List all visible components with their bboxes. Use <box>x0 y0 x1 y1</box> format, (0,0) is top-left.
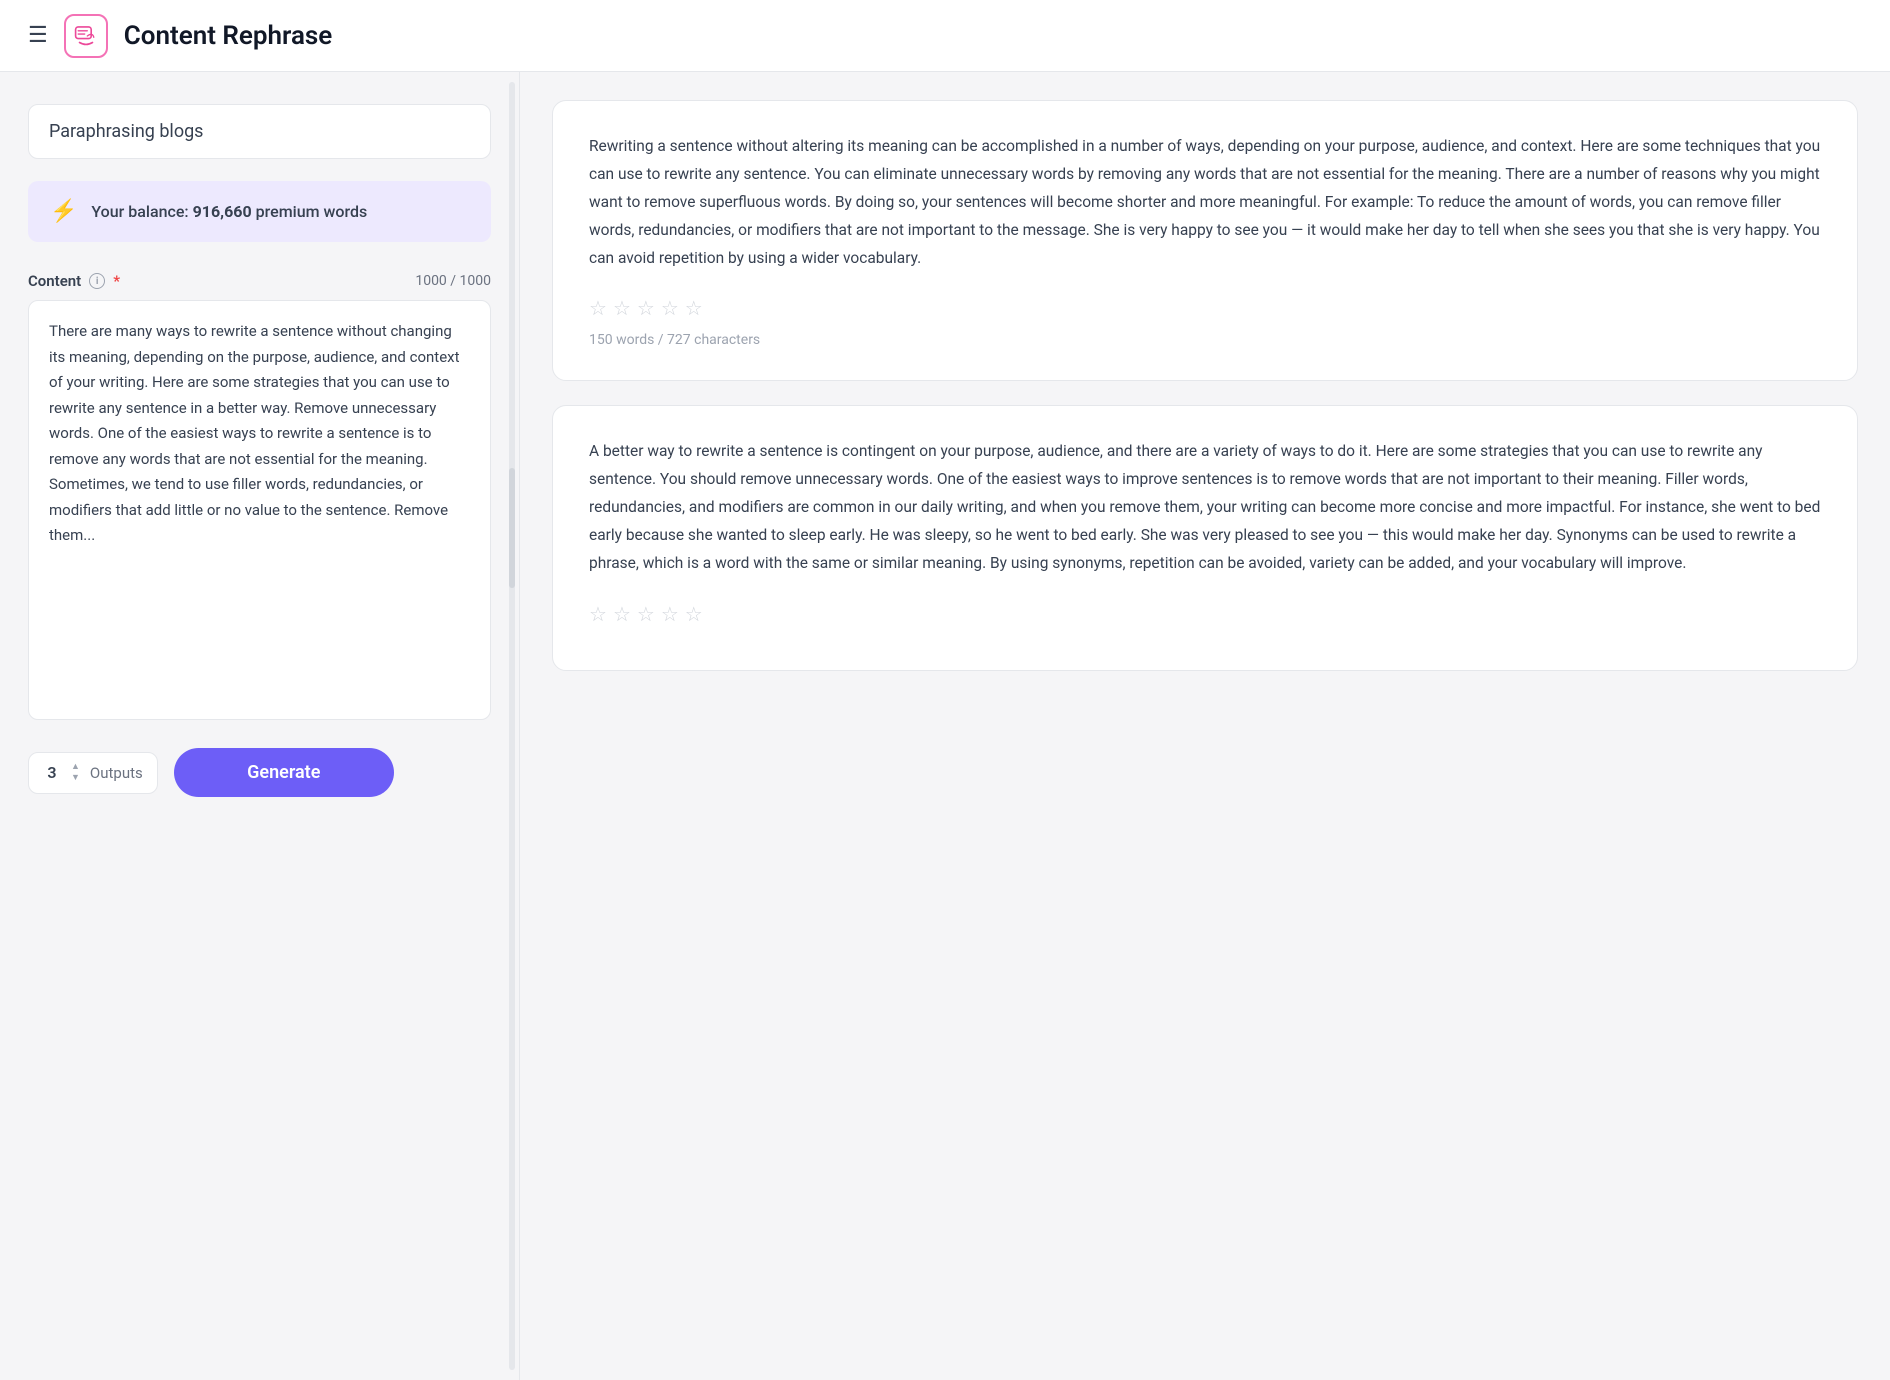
app-logo <box>64 14 108 58</box>
content-textarea[interactable]: There are many ways to rewrite a sentenc… <box>28 300 491 720</box>
balance-card: ⚡ Your balance: 916,660 premium words <box>28 181 491 242</box>
balance-text: Your balance: 916,660 premium words <box>91 200 367 224</box>
scrollbar-track <box>509 82 515 1370</box>
star-2-2[interactable]: ☆ <box>613 602 631 626</box>
star-1-1[interactable]: ☆ <box>589 296 607 320</box>
content-label-row: Content i * 1000 / 1000 <box>28 272 491 290</box>
output-text-2: A better way to rewrite a sentence is co… <box>589 438 1821 577</box>
page-title: Content Rephrase <box>124 21 333 51</box>
outputs-stepper[interactable]: 3 ▲ ▼ Outputs <box>28 752 158 794</box>
content-label: Content i * <box>28 272 120 290</box>
char-count: 1000 / 1000 <box>415 273 491 289</box>
scrollbar-thumb[interactable] <box>509 468 515 588</box>
generate-button[interactable]: Generate <box>174 748 394 797</box>
star-2-4[interactable]: ☆ <box>661 602 679 626</box>
star-rating-2[interactable]: ☆ ☆ ☆ ☆ ☆ <box>589 602 1821 626</box>
lightning-icon: ⚡ <box>50 199 77 224</box>
word-count-1: 150 words / 727 characters <box>589 332 1821 348</box>
stepper-arrows: ▲ ▼ <box>71 763 80 783</box>
star-1-4[interactable]: ☆ <box>661 296 679 320</box>
star-2-3[interactable]: ☆ <box>637 602 655 626</box>
star-1-3[interactable]: ☆ <box>637 296 655 320</box>
stepper-up-arrow[interactable]: ▲ <box>71 763 80 772</box>
main-layout: ⚡ Your balance: 916,660 premium words Co… <box>0 72 1890 1380</box>
star-1-5[interactable]: ☆ <box>685 296 703 320</box>
required-star: * <box>113 272 120 290</box>
stepper-down-arrow[interactable]: ▼ <box>71 774 80 783</box>
left-panel: ⚡ Your balance: 916,660 premium words Co… <box>0 72 520 1380</box>
star-2-5[interactable]: ☆ <box>685 602 703 626</box>
star-rating-1[interactable]: ☆ ☆ ☆ ☆ ☆ <box>589 296 1821 320</box>
outputs-label: Outputs <box>90 764 143 782</box>
info-icon[interactable]: i <box>89 273 105 289</box>
right-panel: Rewriting a sentence without altering it… <box>520 72 1890 1380</box>
content-label-text: Content <box>28 272 81 290</box>
output-card-2: A better way to rewrite a sentence is co… <box>552 405 1858 670</box>
hamburger-icon[interactable]: ☰ <box>28 25 48 47</box>
output-card-1: Rewriting a sentence without altering it… <box>552 100 1858 381</box>
star-2-1[interactable]: ☆ <box>589 602 607 626</box>
star-1-2[interactable]: ☆ <box>613 296 631 320</box>
header: ☰ Content Rephrase <box>0 0 1890 72</box>
project-name-input[interactable] <box>28 104 491 159</box>
outputs-count: 3 <box>43 763 61 782</box>
bottom-controls: 3 ▲ ▼ Outputs Generate <box>28 748 491 797</box>
output-text-1: Rewriting a sentence without altering it… <box>589 133 1821 272</box>
